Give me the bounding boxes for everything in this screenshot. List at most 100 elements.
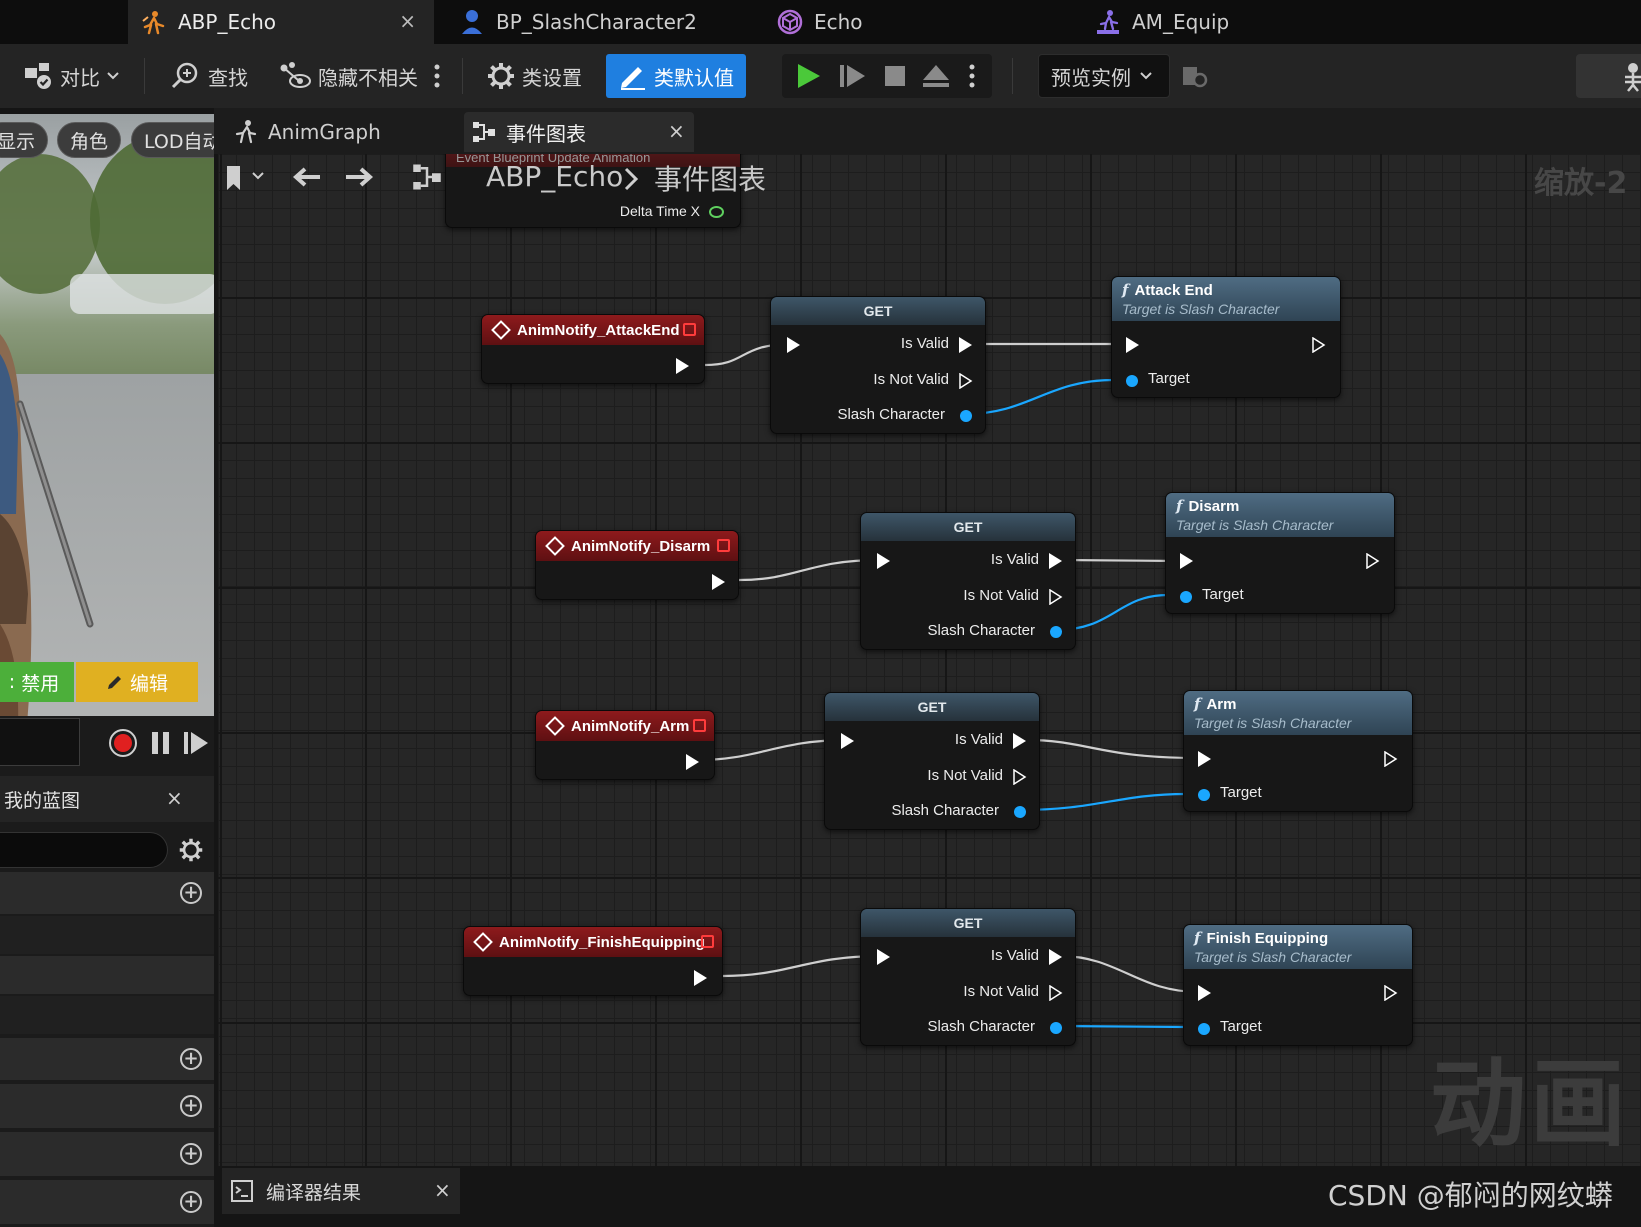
add-icon[interactable]: + [180,1143,202,1165]
tab-bp-slashcharacter2[interactable]: BP_SlashCharacter2 [446,0,746,44]
class-settings-button[interactable]: 类设置 [486,54,582,98]
show-menu-pill[interactable]: 显示 [0,122,49,158]
is-valid-exec-pin[interactable] [1049,553,1062,569]
close-icon[interactable]: × [434,1178,451,1202]
compare-button[interactable]: 对比 [22,54,128,98]
category-row-dispatchers[interactable]: + [0,1180,214,1224]
get-slash-character-node[interactable]: GET Is Valid Is Not Valid Slash Characte… [770,296,986,434]
get-slash-character-node[interactable]: GET Is Valid Is Not Valid Slash Characte… [860,908,1076,1046]
character-menu-pill[interactable]: 角色 [57,122,122,158]
tab-echo[interactable]: Echo [764,0,1064,44]
get-slash-character-node[interactable]: GET Is Valid Is Not Valid Slash Characte… [824,692,1040,830]
function-finish-equipping-node[interactable]: f Finish Equipping Target is Slash Charac… [1183,924,1413,1046]
float-pin[interactable] [709,206,724,218]
category-row-variables[interactable]: + [0,1132,214,1176]
add-icon[interactable]: + [180,1048,202,1070]
play-icon[interactable] [794,61,824,91]
add-icon[interactable]: + [180,1095,202,1117]
preview-viewport[interactable]: 显示 角色 LOD自动 : 禁用 编辑 [0,114,214,716]
delegate-pin[interactable] [683,323,696,336]
exec-out-pin[interactable] [1384,985,1398,1001]
search-input[interactable] [0,832,168,868]
exec-out-pin[interactable] [686,754,699,770]
delegate-pin[interactable] [717,539,730,552]
exec-in-pin[interactable] [1126,337,1139,353]
exec-out-pin[interactable] [712,574,725,590]
get-slash-character-node[interactable]: GET Is Valid Is Not Valid Slash Characte… [860,512,1076,650]
close-icon[interactable]: × [166,786,183,810]
is-not-valid-exec-pin[interactable] [1013,769,1027,785]
chevron-down-icon[interactable] [250,168,266,184]
delegate-pin[interactable] [693,719,706,732]
exec-in-pin[interactable] [877,949,890,965]
timeline-field[interactable] [0,718,80,766]
exec-out-pin[interactable] [1384,751,1398,767]
stop-icon[interactable] [880,61,910,91]
exec-in-pin[interactable] [1198,751,1211,767]
is-valid-exec-pin[interactable] [959,337,972,353]
skeleton-tree-button[interactable] [1576,54,1641,98]
more-options-button[interactable] [433,54,447,98]
pause-icon[interactable] [150,728,172,758]
object-out-pin[interactable] [1050,1022,1062,1034]
find-button[interactable]: 查找 [170,54,248,98]
event-graph-canvas[interactable]: Event Blueprint Update Animation Delta T… [218,154,1641,1166]
category-row[interactable] [0,956,214,994]
is-valid-exec-pin[interactable] [1049,949,1062,965]
category-row[interactable] [0,996,214,1034]
category-row-macros[interactable]: + [0,1084,214,1128]
is-not-valid-exec-pin[interactable] [959,373,973,389]
category-row-graphs[interactable]: + [0,872,214,914]
exec-out-pin[interactable] [694,970,707,986]
function-disarm-node[interactable]: f Disarm Target is Slash Character Target [1165,492,1395,614]
close-icon[interactable]: × [399,9,416,33]
step-forward-icon[interactable] [838,61,868,91]
exec-in-pin[interactable] [877,553,890,569]
anim-notify-disarm-node[interactable]: AnimNotify_Disarm [535,530,739,600]
exec-in-pin[interactable] [787,337,800,353]
function-attack-end-node[interactable]: f Attack End Target is Slash Character Ta… [1111,276,1341,398]
record-icon[interactable] [108,728,138,758]
tab-abp-echo[interactable]: ABP_Echo × [128,0,434,44]
hide-unrelated-button[interactable]: 隐藏不相关 [278,54,418,98]
exec-out-pin[interactable] [1312,337,1326,353]
anim-notify-finishequipping-node[interactable]: AnimNotify_FinishEquipping [463,926,723,996]
target-pin[interactable] [1180,591,1192,603]
eject-icon[interactable] [920,61,952,91]
is-valid-exec-pin[interactable] [1013,733,1026,749]
is-not-valid-exec-pin[interactable] [1049,589,1063,605]
category-row-functions[interactable]: + [0,1038,214,1080]
tab-am-equip[interactable]: AM_Equip [1082,0,1382,44]
close-icon[interactable]: × [668,119,685,143]
bookmark-icon[interactable] [224,164,248,192]
target-pin[interactable] [1198,789,1210,801]
debug-filter-button[interactable] [1180,54,1216,98]
gear-icon[interactable] [178,837,204,863]
exec-out-pin[interactable] [676,358,689,374]
is-not-valid-exec-pin[interactable] [1049,985,1063,1001]
breadcrumb-root[interactable]: ABP_Echo [486,160,623,193]
preview-instance-dropdown[interactable]: 预览实例 [1038,54,1170,98]
forward-arrow-icon[interactable] [344,164,376,190]
my-blueprint-tab[interactable]: 我的蓝图 × [0,776,214,822]
target-pin[interactable] [1198,1023,1210,1035]
exec-in-pin[interactable] [1198,985,1211,1001]
delegate-pin[interactable] [701,935,714,948]
back-arrow-icon[interactable] [290,164,322,190]
compiler-results-tab[interactable]: 编译器结果 × [222,1168,460,1214]
exec-in-pin[interactable] [841,733,854,749]
tab-event-graph[interactable]: 事件图表 × [464,112,694,152]
object-out-pin[interactable] [1014,806,1026,818]
category-row[interactable] [0,916,214,954]
kebab-menu-icon[interactable] [968,63,976,89]
anim-notify-arm-node[interactable]: AnimNotify_Arm [535,710,715,780]
target-pin[interactable] [1126,375,1138,387]
anim-notify-attackend-node[interactable]: AnimNotify_AttackEnd [481,314,705,384]
exec-in-pin[interactable] [1180,553,1193,569]
exec-out-pin[interactable] [1366,553,1380,569]
function-arm-node[interactable]: f Arm Target is Slash Character Target [1183,690,1413,812]
tab-animgraph[interactable]: AnimGraph [232,114,381,150]
add-icon[interactable]: + [180,882,202,904]
disable-button[interactable]: : 禁用 [0,662,74,702]
class-defaults-button[interactable]: 类默认值 [606,54,746,98]
